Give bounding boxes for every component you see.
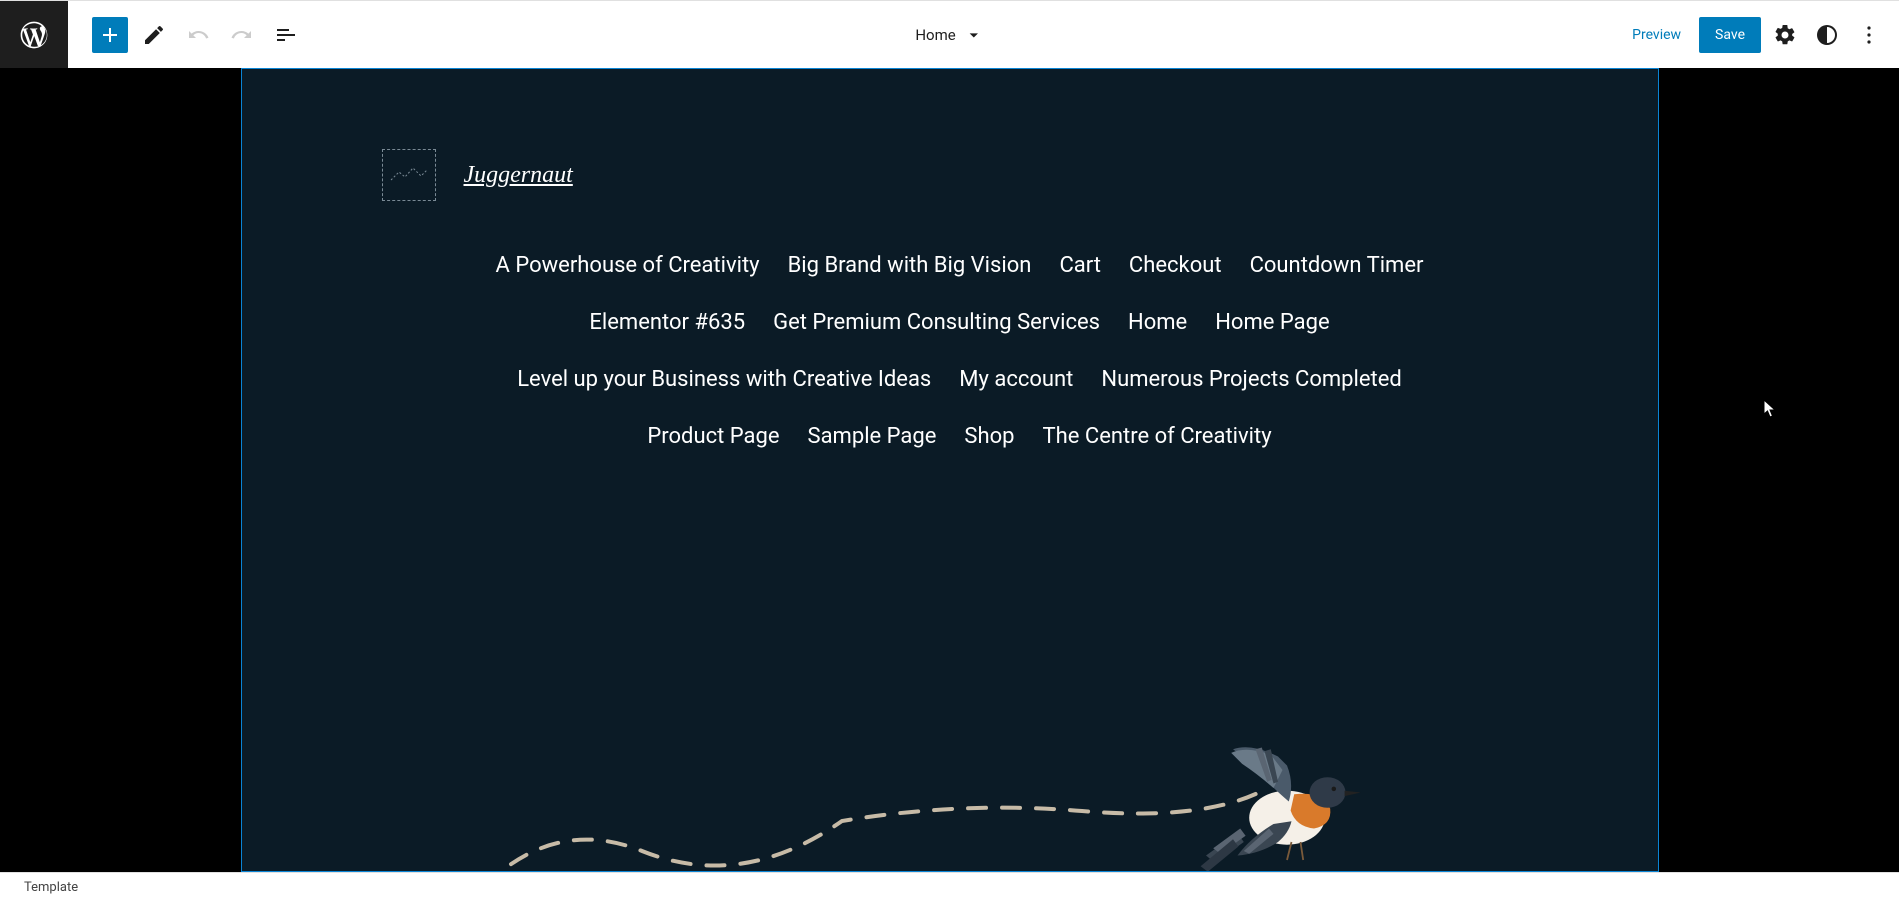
navigation-menu[interactable]: A Powerhouse of Creativity Big Brand wit…: [382, 253, 1518, 449]
nav-item[interactable]: Elementor #635: [589, 310, 745, 335]
nav-item[interactable]: Home Page: [1215, 310, 1329, 335]
wordpress-logo[interactable]: [0, 1, 68, 69]
nav-item[interactable]: Shop: [964, 424, 1014, 449]
nav-item[interactable]: Big Brand with Big Vision: [788, 253, 1032, 278]
nav-item[interactable]: Countdown Timer: [1250, 253, 1424, 278]
undo-icon: [186, 23, 210, 47]
bottom-breadcrumb-bar: Template: [0, 872, 1899, 902]
nav-item[interactable]: My account: [959, 367, 1073, 392]
template-name-label: Home: [915, 26, 955, 44]
nav-item[interactable]: Home: [1128, 310, 1187, 335]
logo-row: Juggernaut: [382, 149, 1518, 201]
tools-button[interactable]: [136, 17, 172, 53]
styles-icon: [1815, 23, 1839, 47]
add-block-button[interactable]: [92, 17, 128, 53]
nav-item[interactable]: Sample Page: [808, 424, 937, 449]
dashed-path-decoration: [462, 751, 1262, 872]
more-vertical-icon: [1857, 23, 1881, 47]
image-placeholder-icon: [389, 166, 429, 184]
template-selector[interactable]: Home: [915, 25, 983, 45]
edit-icon: [142, 23, 166, 47]
settings-button[interactable]: [1767, 17, 1803, 53]
undo-button[interactable]: [180, 17, 216, 53]
redo-button[interactable]: [224, 17, 260, 53]
site-title[interactable]: Juggernaut: [464, 162, 573, 189]
nav-item[interactable]: Level up your Business with Creative Ide…: [517, 367, 931, 392]
document-overview-button[interactable]: [268, 17, 304, 53]
hero-image-block[interactable]: [242, 651, 1658, 872]
preview-button[interactable]: Preview: [1620, 19, 1693, 51]
save-button[interactable]: Save: [1699, 17, 1761, 53]
wordpress-icon: [18, 19, 50, 51]
nav-item[interactable]: Cart: [1059, 253, 1100, 278]
canvas-selected-outline[interactable]: Juggernaut A Powerhouse of Creativity Bi…: [241, 68, 1659, 872]
breadcrumb-label[interactable]: Template: [24, 880, 78, 895]
site-logo-placeholder[interactable]: [382, 149, 436, 201]
nav-item[interactable]: Product Page: [647, 424, 779, 449]
site-header-block[interactable]: Juggernaut A Powerhouse of Creativity Bi…: [242, 69, 1658, 449]
nav-item[interactable]: Numerous Projects Completed: [1101, 367, 1401, 392]
gear-icon: [1773, 23, 1797, 47]
toolbar-right-group: Preview Save: [1620, 17, 1899, 53]
list-view-icon: [274, 23, 298, 47]
editor-canvas[interactable]: Juggernaut A Powerhouse of Creativity Bi…: [0, 68, 1899, 872]
redo-icon: [230, 23, 254, 47]
nav-item[interactable]: The Centre of Creativity: [1043, 424, 1272, 449]
styles-button[interactable]: [1809, 17, 1845, 53]
bird-illustration: [1188, 739, 1368, 873]
nav-item[interactable]: A Powerhouse of Creativity: [496, 253, 760, 278]
plus-icon: [98, 23, 122, 47]
editor-top-toolbar: Home Preview Save: [0, 0, 1899, 68]
chevron-down-icon: [964, 25, 984, 45]
nav-item[interactable]: Get Premium Consulting Services: [773, 310, 1100, 335]
nav-item[interactable]: Checkout: [1129, 253, 1222, 278]
toolbar-left-group: [68, 17, 304, 53]
options-button[interactable]: [1851, 17, 1887, 53]
